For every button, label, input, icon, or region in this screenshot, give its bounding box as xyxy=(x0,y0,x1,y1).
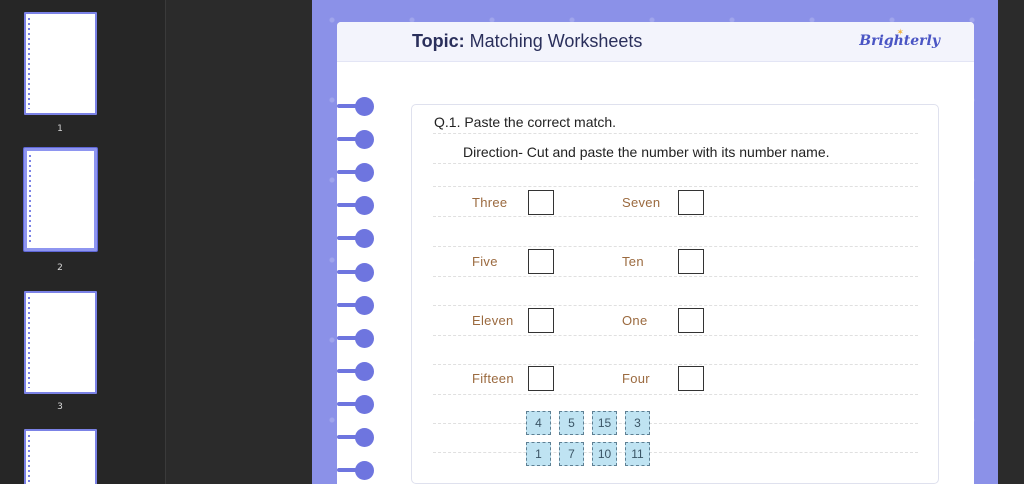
number-tile[interactable]: 10 xyxy=(592,442,617,466)
answer-box[interactable] xyxy=(528,249,554,274)
ring-icon xyxy=(337,328,377,348)
word-label: Three xyxy=(472,195,508,210)
word-label: Fifteen xyxy=(472,371,514,386)
divider xyxy=(433,133,918,134)
answer-box[interactable] xyxy=(678,190,704,215)
number-tile[interactable]: 11 xyxy=(625,442,650,466)
divider xyxy=(433,335,918,336)
ring-icon xyxy=(337,262,377,282)
spiral-binding xyxy=(337,96,377,484)
answer-box[interactable] xyxy=(678,249,704,274)
divider xyxy=(433,216,918,217)
ring-icon xyxy=(337,129,377,149)
page-thumbnail-2[interactable] xyxy=(24,148,97,251)
ring-icon xyxy=(337,394,377,414)
word-label: Four xyxy=(622,371,650,386)
brand-logo: Brighterly xyxy=(859,33,940,49)
page-thumbnail-1[interactable] xyxy=(24,12,97,115)
thumbnail-preview xyxy=(30,435,92,484)
number-tile[interactable]: 5 xyxy=(559,411,584,435)
divider xyxy=(433,246,918,247)
page-number-3: 3 xyxy=(57,402,63,412)
answer-box[interactable] xyxy=(528,366,554,391)
topic-value: Matching Worksheets xyxy=(469,31,643,51)
word-label: Seven xyxy=(622,195,661,210)
page-thumbnail-3[interactable] xyxy=(24,291,97,394)
topic-label: Topic: xyxy=(412,31,465,51)
divider xyxy=(433,163,918,164)
question-direction: Direction- Cut and paste the number with… xyxy=(463,144,830,160)
question-title: Q.1. Paste the correct match. xyxy=(434,114,617,130)
viewer-gutter-right xyxy=(998,0,1024,484)
divider xyxy=(433,452,918,453)
page-thumbnail-sidebar: 1 2 3 xyxy=(0,0,166,484)
page-number-1: 1 xyxy=(57,124,63,134)
divider xyxy=(433,276,918,277)
answer-box[interactable] xyxy=(678,308,704,333)
worksheet-header: Topic: Matching Worksheets ✶ Brighterly xyxy=(337,22,974,62)
number-tile[interactable]: 3 xyxy=(625,411,650,435)
ring-icon xyxy=(337,96,377,116)
answer-box[interactable] xyxy=(678,366,704,391)
number-tile[interactable]: 4 xyxy=(526,411,551,435)
thumbnail-preview xyxy=(30,297,92,389)
page-thumbnail-4[interactable] xyxy=(24,429,97,484)
divider xyxy=(433,423,918,424)
thumbnail-preview xyxy=(31,155,91,245)
ring-icon xyxy=(337,228,377,248)
number-tile[interactable]: 7 xyxy=(559,442,584,466)
number-tile[interactable]: 1 xyxy=(526,442,551,466)
answer-box[interactable] xyxy=(528,308,554,333)
viewer-gutter xyxy=(166,0,312,484)
question-card xyxy=(411,104,939,484)
divider xyxy=(433,186,918,187)
divider xyxy=(433,305,918,306)
divider xyxy=(433,394,918,395)
ring-icon xyxy=(337,427,377,447)
page-number-2: 2 xyxy=(57,263,63,273)
page-title: Topic: Matching Worksheets xyxy=(412,31,642,52)
ring-icon xyxy=(337,162,377,182)
ring-icon xyxy=(337,460,377,480)
thumbnail-preview xyxy=(30,18,92,110)
ring-icon xyxy=(337,195,377,215)
ring-icon xyxy=(337,361,377,381)
ring-icon xyxy=(337,295,377,315)
word-label: Ten xyxy=(622,254,644,269)
word-label: Eleven xyxy=(472,313,514,328)
answer-box[interactable] xyxy=(528,190,554,215)
word-label: One xyxy=(622,313,648,328)
number-tile[interactable]: 15 xyxy=(592,411,617,435)
divider xyxy=(433,364,918,365)
word-label: Five xyxy=(472,254,498,269)
